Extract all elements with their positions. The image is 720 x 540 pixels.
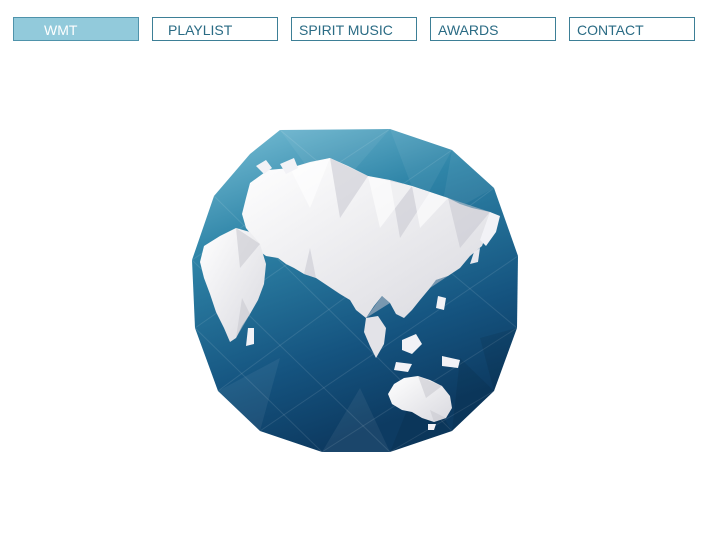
nav-item-wmt[interactable]: WMT [13,17,139,41]
nav-item-contact[interactable]: CONTACT [569,17,695,41]
nav-item-spirit-music[interactable]: SPIRIT MUSIC [291,17,417,41]
nav-item-playlist[interactable]: PLAYLIST [152,17,278,41]
low-poly-globe-icon [190,128,522,454]
nav-item-label: AWARDS [438,22,499,38]
nav-item-label: WMT [44,22,78,38]
nav-item-label: PLAYLIST [168,22,233,38]
top-navigation: WMT PLAYLIST SPIRIT MUSIC AWARDS CONTACT [13,17,697,43]
nav-item-label: SPIRIT MUSIC [299,22,393,38]
nav-item-awards[interactable]: AWARDS [430,17,556,41]
nav-item-label: CONTACT [577,22,644,38]
